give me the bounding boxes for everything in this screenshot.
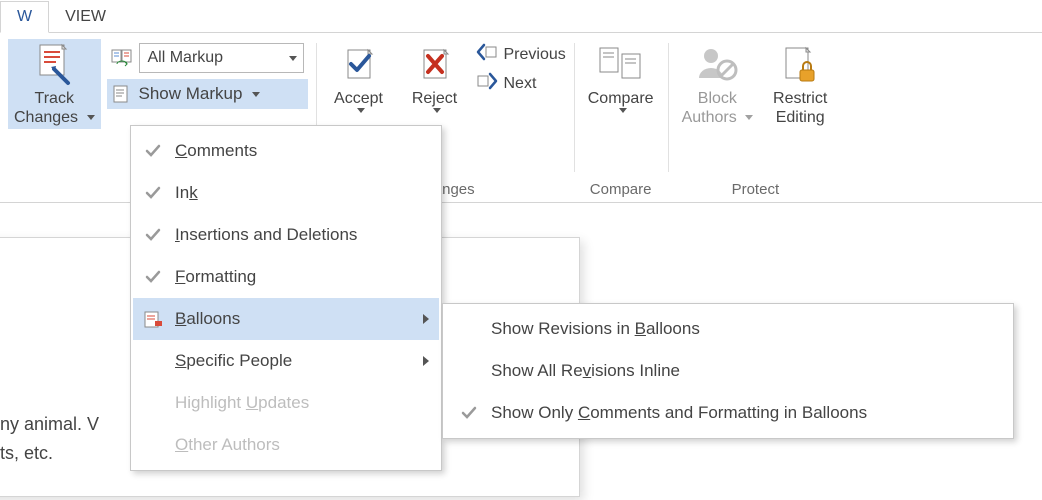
show-markup-button[interactable]: Show Markup [107, 79, 308, 109]
accept-icon [339, 43, 379, 89]
block-authors-icon [695, 43, 739, 89]
display-for-review-select[interactable]: All Markup [139, 43, 304, 73]
previous-label: Previous [504, 46, 566, 64]
previous-icon [476, 43, 498, 66]
reject-label: Reject [412, 89, 457, 108]
balloons-submenu: Show Revisions in Balloons Show All Revi… [442, 303, 1014, 439]
chevron-right-icon [423, 314, 429, 324]
group-label-compare: Compare [590, 179, 652, 198]
next-label: Next [504, 75, 537, 93]
menu-item-show-all-inline[interactable]: Show All Revisions Inline [445, 350, 1011, 392]
group-label-protect: Protect [732, 179, 780, 198]
tab-review[interactable]: W [0, 1, 49, 33]
show-markup-label: Show Markup [139, 84, 243, 104]
menu-item-label: Insertions and Deletions [175, 225, 357, 245]
restrict-editing-button[interactable]: RestrictEditing [765, 39, 835, 129]
menu-item-show-revisions-balloons[interactable]: Show Revisions in Balloons [445, 308, 1011, 350]
chevron-right-icon [423, 356, 429, 366]
check-icon [141, 185, 165, 201]
previous-change-button[interactable]: Previous [476, 43, 566, 66]
show-markup-icon [111, 83, 133, 105]
menu-item-label: Show All Revisions Inline [491, 361, 680, 381]
group-compare: Compare Compare [574, 33, 668, 202]
next-icon [476, 72, 498, 95]
chevron-down-icon [357, 108, 365, 113]
check-icon [141, 143, 165, 159]
chevron-down-icon [252, 92, 260, 97]
block-authors-label: BlockAuthors [682, 89, 754, 127]
block-authors-button[interactable]: BlockAuthors [676, 39, 760, 129]
reject-icon [415, 43, 455, 89]
menu-item-label: Ink [175, 183, 198, 203]
menu-item-balloons[interactable]: Balloons [133, 298, 439, 340]
group-protect: BlockAuthors RestrictEditing Protect [668, 33, 844, 202]
accept-label: Accept [334, 89, 383, 108]
track-changes-button[interactable]: TrackChanges [8, 39, 101, 129]
menu-item-label: Formatting [175, 267, 256, 287]
markup-mode-icon [111, 47, 133, 69]
chevron-down-icon [433, 108, 441, 113]
menu-item-show-only-comments[interactable]: Show Only Comments and Formatting in Bal… [445, 392, 1011, 434]
next-change-button[interactable]: Next [476, 72, 566, 95]
compare-label: Compare [588, 89, 654, 108]
menu-item-specific-people[interactable]: Specific People [133, 340, 439, 382]
menu-item-insertions-deletions[interactable]: Insertions and Deletions [133, 214, 439, 256]
reject-button[interactable]: Reject [400, 39, 470, 115]
track-changes-icon [34, 43, 74, 89]
chevron-down-icon [619, 108, 627, 113]
display-for-review-value: All Markup [148, 49, 224, 67]
document-text: ny animal. V ts, etc. [0, 410, 99, 468]
tab-view[interactable]: VIEW [49, 2, 122, 32]
show-markup-menu: Comments Ink Insertions and Deletions Fo… [130, 125, 442, 471]
menu-item-label: Comments [175, 141, 257, 161]
balloons-icon [141, 309, 165, 329]
menu-item-highlight-updates: Highlight Updates [133, 382, 439, 424]
menu-item-comments[interactable]: Comments [133, 130, 439, 172]
menu-item-ink[interactable]: Ink [133, 172, 439, 214]
accept-button[interactable]: Accept [324, 39, 394, 115]
compare-button[interactable]: Compare [582, 39, 660, 115]
menu-item-label: Balloons [175, 309, 240, 329]
track-changes-label: TrackChanges [14, 89, 95, 127]
chevron-down-icon [289, 56, 297, 61]
menu-item-other-authors: Other Authors [133, 424, 439, 466]
menu-item-label: Show Revisions in Balloons [491, 319, 700, 339]
menu-item-formatting[interactable]: Formatting [133, 256, 439, 298]
menu-item-label: Other Authors [175, 435, 280, 455]
menu-item-label: Highlight Updates [175, 393, 309, 413]
check-icon [141, 227, 165, 243]
check-icon [457, 405, 481, 421]
restrict-editing-label: RestrictEditing [773, 89, 827, 127]
restrict-editing-icon [780, 43, 820, 89]
menu-item-label: Specific People [175, 351, 292, 371]
check-icon [141, 269, 165, 285]
compare-icon [596, 43, 646, 89]
menu-item-label: Show Only Comments and Formatting in Bal… [491, 403, 867, 423]
